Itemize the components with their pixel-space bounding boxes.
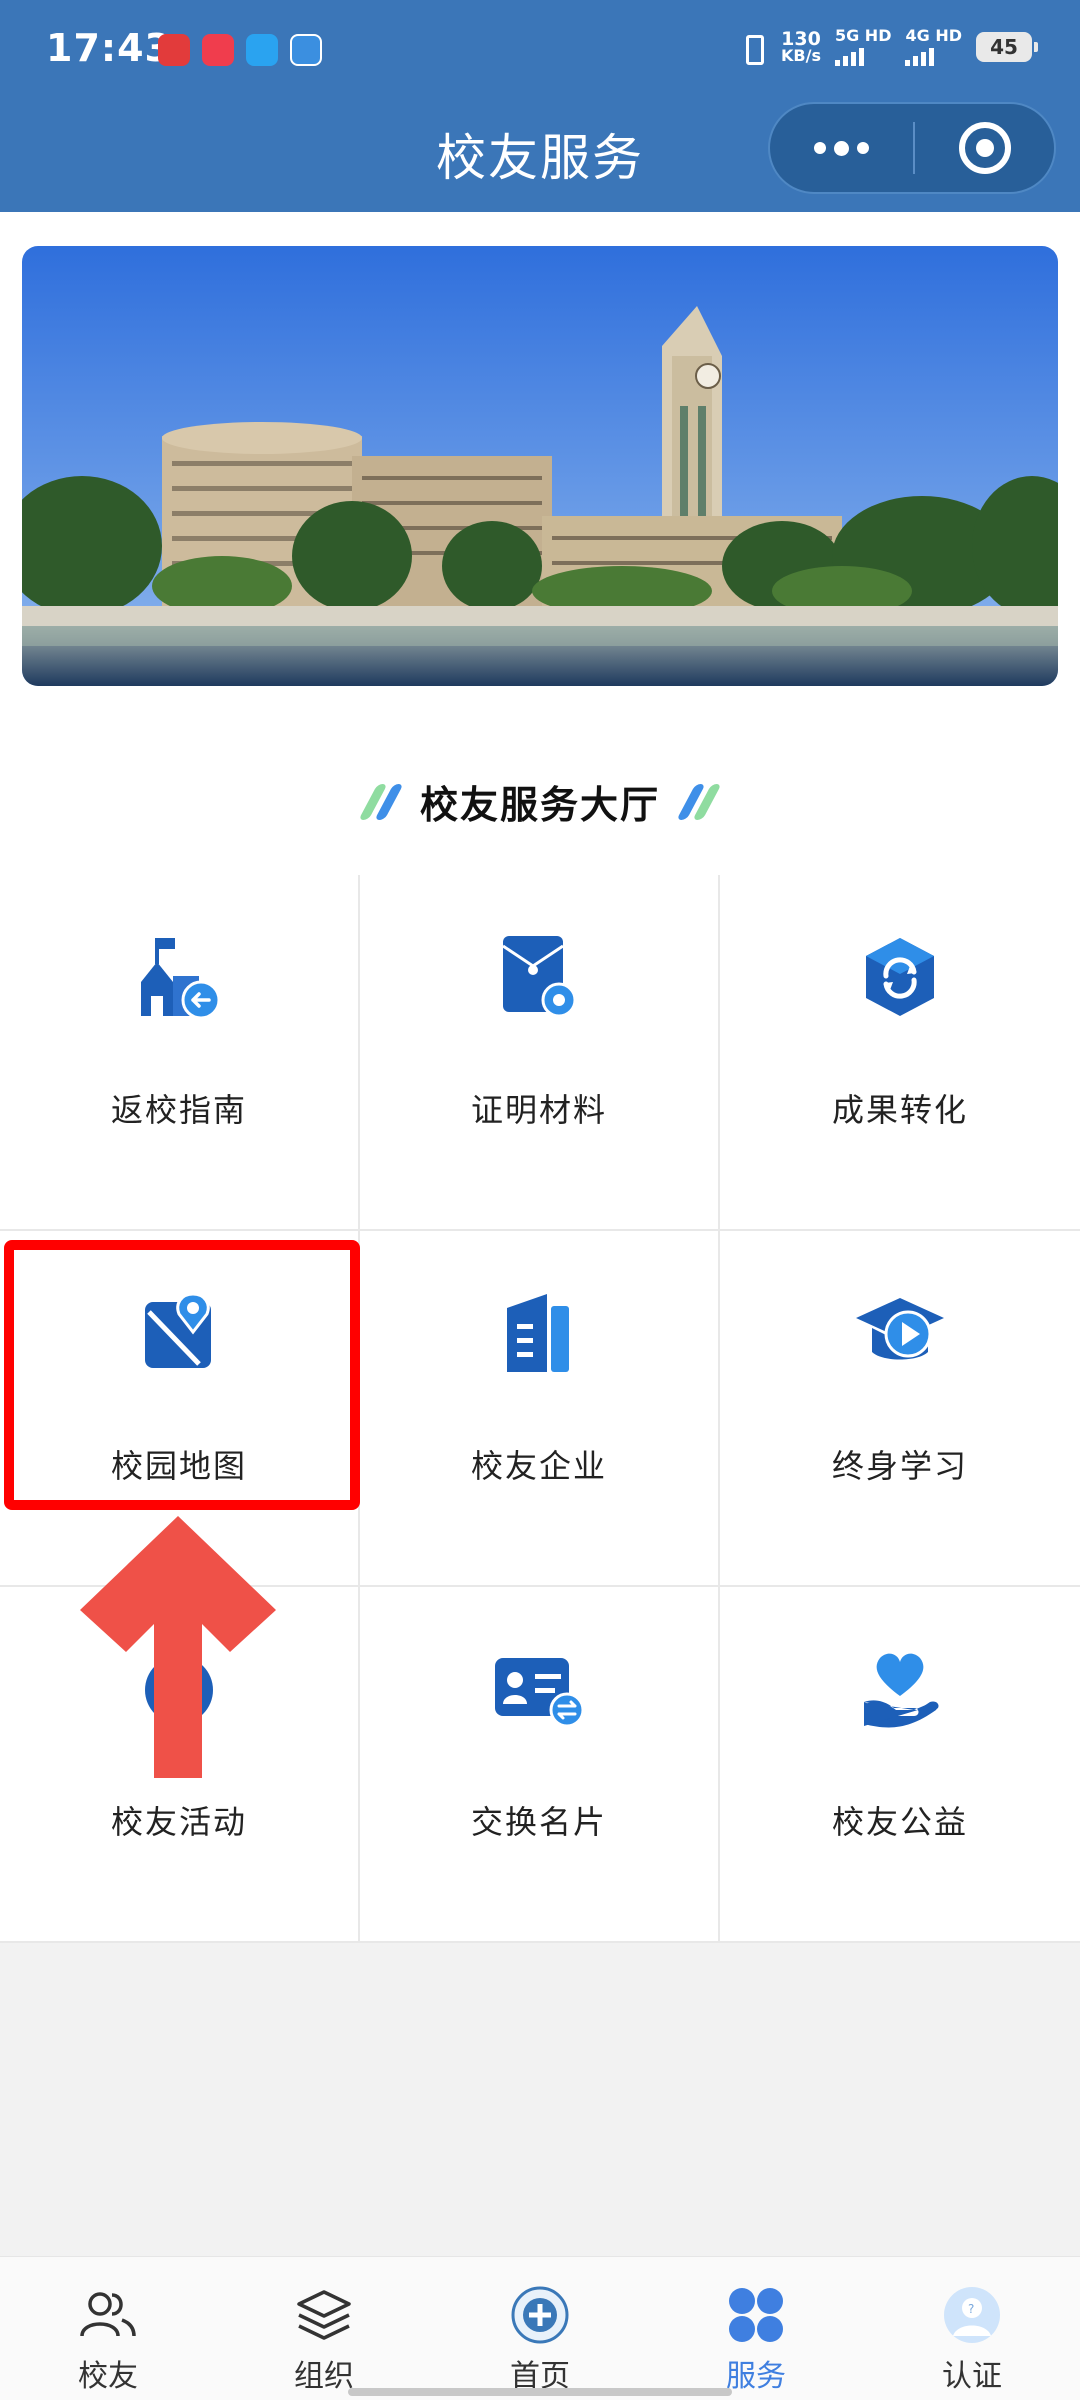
tab-label: 认证 [942,2359,1002,2394]
service-label: 校园地图 [110,1447,247,1485]
service-alumni-enterprise[interactable]: 校友企业 [360,1231,720,1587]
tab-label: 组织 [294,2359,354,2394]
status-indicators: 130 KB/s 5G HD 4G HD 45 [737,28,1038,66]
service-exchange-cards[interactable]: 交换名片 [360,1587,720,1943]
service-label: 终身学习 [831,1447,968,1485]
sim2-signal: 4G HD [905,28,962,66]
decorative-slashes-icon [676,783,722,820]
sim1-signal: 5G HD [834,28,892,66]
battery-icon: 45 [976,32,1038,62]
more-options-button[interactable] [770,104,913,192]
service-grid: 返校指南 证明材料 成果转化 校园地图 校友企业 终身学习 校友活动 交换名片 … [0,875,1080,1943]
decorative-slashes-icon [358,783,404,820]
service-label: 证明材料 [470,1091,607,1129]
tab-alumni[interactable]: 校友 [0,2257,216,2400]
xiaohongshu-icon [202,34,234,66]
miniprogram-capsule [768,102,1056,194]
tab-home[interactable]: 首页 [432,2257,648,2400]
university-emblem-icon [510,2285,570,2345]
app-notification-icon [290,34,322,66]
conversion-cube-icon [850,927,950,1027]
avatar-question-icon: ? [942,2285,1002,2345]
tab-label: 服务 [726,2359,786,2394]
tab-label: 校友 [78,2359,138,2394]
service-label: 校友活动 [110,1803,247,1841]
bottom-navigation: 校友 组织 首页 服务 ? 认证 [0,2256,1080,2400]
vibrate-icon [737,32,767,65]
business-card-exchange-icon [489,1639,589,1739]
service-lifelong-learning[interactable]: 终身学习 [720,1231,1080,1587]
service-label: 校友公益 [831,1803,968,1841]
close-miniprogram-button[interactable] [915,104,1054,192]
header-bar: 17:43 130 KB/s 5G HD 4G HD 45 校友服务 [0,0,1080,212]
signal-bars-icon [905,44,962,66]
target-icon [958,122,1011,174]
service-label: 成果转化 [831,1091,968,1129]
layers-icon [294,2285,354,2345]
document-settings-icon [489,927,589,1027]
eleme-icon [246,34,278,66]
building-icon [489,1283,589,1383]
network-speed: 130 KB/s [781,28,821,65]
service-alumni-charity[interactable]: 校友公益 [720,1587,1080,1943]
status-time: 17:43 [46,26,172,70]
svg-text:?: ? [968,2302,974,2316]
service-label: 返校指南 [110,1091,247,1129]
campus-banner-image[interactable] [22,246,1058,686]
service-label: 交换名片 [470,1803,607,1841]
service-certificates[interactable]: 证明材料 [360,875,720,1231]
tab-verification[interactable]: ? 认证 [864,2257,1080,2400]
school-return-icon [129,927,229,1027]
signal-bars-icon [834,44,892,66]
grid-flower-icon [726,2285,786,2345]
home-indicator [348,2388,732,2396]
charity-heart-hand-icon [850,1639,950,1739]
service-label: 校友企业 [470,1447,607,1485]
people-icon [78,2285,138,2345]
section-title: 校友服务大厅 [419,783,660,827]
service-return-guide[interactable]: 返校指南 [0,875,360,1231]
tab-organization[interactable]: 组织 [216,2257,432,2400]
tab-services[interactable]: 服务 [648,2257,864,2400]
graduation-play-icon [850,1283,950,1383]
netease-music-icon [158,34,190,66]
service-achievement-transfer[interactable]: 成果转化 [720,875,1080,1231]
pointer-arrow-icon [80,1516,276,1778]
status-app-icons [158,34,322,66]
section-heading: 校友服务大厅 [0,774,1080,829]
map-pin-icon [129,1283,229,1383]
